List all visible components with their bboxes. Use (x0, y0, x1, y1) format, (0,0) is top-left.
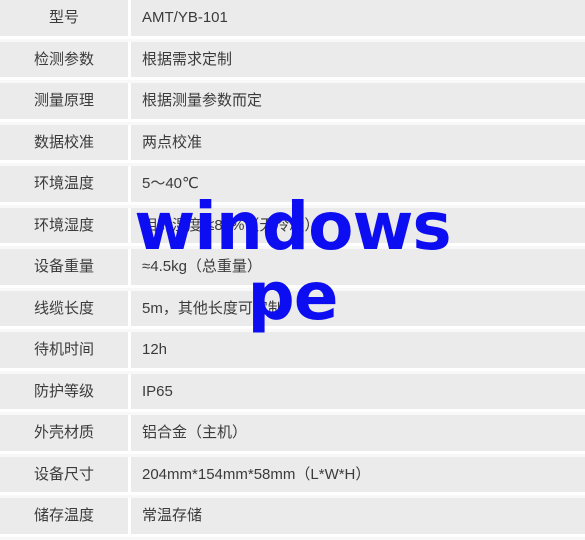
spec-value-cell: 根据需求定制 (131, 41, 585, 77)
spec-label-cell: 环境湿度 (0, 207, 128, 243)
spec-value-cell: 5～40℃ (131, 166, 585, 202)
spec-label-cell: 储存温度 (0, 498, 128, 534)
spec-label-cell: 线缆长度 (0, 290, 128, 326)
row-separator (0, 536, 585, 540)
spec-value-cell: 相对湿度 ≤85%（无冷凝） (131, 207, 585, 243)
spec-label-cell: 设备重量 (0, 249, 128, 285)
spec-label-cell: 型号 (0, 0, 128, 36)
table-row: 型号 AMT/YB-101 (0, 0, 585, 39)
spec-label-cell: 设备尺寸 (0, 456, 128, 492)
table-row: 环境温度 5～40℃ (0, 166, 585, 205)
spec-value-cell: 5m，其他长度可定制 (131, 290, 585, 326)
specification-table: 型号 AMT/YB-101 检测参数 根据需求定制 测量原理 根据测量参数而定 数据校准 两点… (0, 0, 585, 540)
spec-label-cell: 检测参数 (0, 41, 128, 77)
spec-label-cell: 待机时间 (0, 332, 128, 368)
table-row: 数据校准 两点校准 (0, 124, 585, 164)
spec-label-cell: 外壳材质 (0, 415, 128, 451)
spec-label-cell: 防护等级 (0, 373, 128, 409)
spec-value-cell: 常温存储 (131, 498, 585, 534)
table-row: 防护等级 IP65 (0, 373, 585, 413)
spec-value-cell: 铝合金（主机） (131, 415, 585, 451)
spec-value-cell: AMT/YB-101 (131, 0, 585, 36)
table-row: 储存温度 常温存储 (0, 498, 585, 537)
spec-value-cell: IP65 (131, 373, 585, 409)
spec-label-cell: 测量原理 (0, 83, 128, 119)
spec-label-cell: 数据校准 (0, 124, 128, 160)
spec-label-cell: 环境温度 (0, 166, 128, 202)
spec-value-cell: ≈4.5kg（总重量） (131, 249, 585, 285)
table-row: 待机时间 12h (0, 332, 585, 371)
table-row: 检测参数 根据需求定制 (0, 41, 585, 81)
table-row: 环境湿度 相对湿度 ≤85%（无冷凝） (0, 207, 585, 247)
table-row: 设备尺寸 204mm*154mm*58mm（L*W*H） (0, 456, 585, 496)
table-row: 外壳材质 铝合金（主机） (0, 415, 585, 454)
table-row: 设备重量 ≈4.5kg（总重量） (0, 249, 585, 288)
spec-value-cell: 根据测量参数而定 (131, 83, 585, 119)
spec-value-cell: 两点校准 (131, 124, 585, 160)
table-row: 线缆长度 5m，其他长度可定制 (0, 290, 585, 330)
table-row: 测量原理 根据测量参数而定 (0, 83, 585, 122)
spec-value-cell: 12h (131, 332, 585, 368)
spec-value-cell: 204mm*154mm*58mm（L*W*H） (131, 456, 585, 492)
